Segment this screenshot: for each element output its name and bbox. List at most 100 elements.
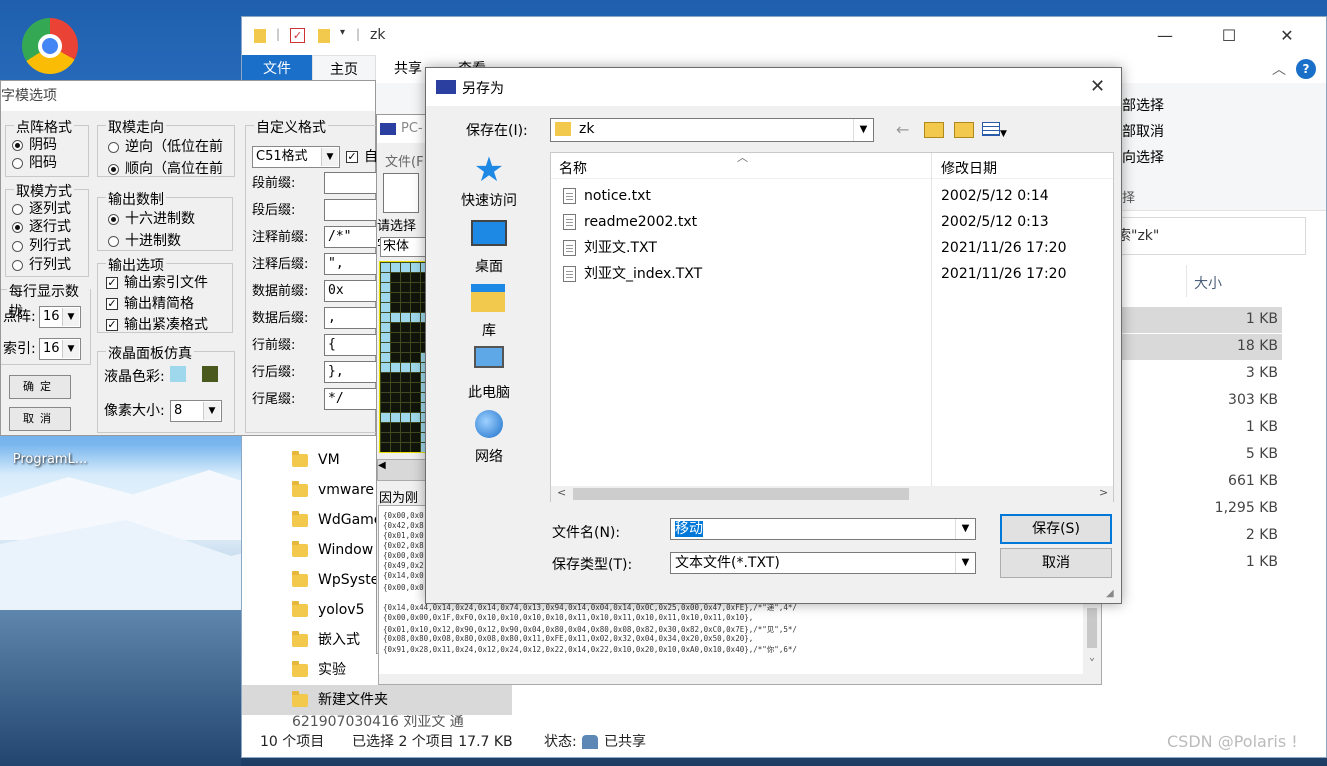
radio-yangma[interactable]: 阳码: [12, 152, 57, 172]
select-all-button[interactable]: 部选择: [1122, 95, 1164, 115]
folder-icon: [254, 29, 266, 43]
data-prefix-input[interactable]: 0x: [324, 280, 380, 302]
chevron-down-icon[interactable]: ▾: [340, 27, 345, 38]
line-suffix-input[interactable]: },: [324, 361, 380, 383]
font-select[interactable]: 宋体: [380, 237, 427, 257]
code-line: {0x14,0x0: [383, 571, 424, 580]
lcd-pixel: [411, 343, 420, 352]
file-size: 18 KB: [1236, 338, 1278, 354]
tab-file[interactable]: 文件: [242, 55, 312, 83]
format-select[interactable]: C51格式 ▼: [252, 146, 340, 168]
search-input[interactable]: 索"zk": [1102, 217, 1306, 255]
index-per-line-select[interactable]: 16 ▼: [39, 338, 81, 360]
minimize-button[interactable]: —: [1142, 17, 1188, 55]
radio-mode-1[interactable]: 逐行式: [12, 216, 71, 236]
comment-prefix-input[interactable]: /*": [324, 226, 380, 248]
lcd-pixel: [381, 383, 390, 392]
segment-prefix-input[interactable]: [324, 172, 380, 194]
checkbox-custom[interactable]: ✓ 自: [346, 146, 378, 166]
line-end-input[interactable]: */: [324, 388, 380, 410]
pixel-size-select[interactable]: 8 ▼: [170, 400, 222, 422]
cancel-button[interactable]: 取消: [1000, 548, 1112, 578]
file-row[interactable]: 刘亚文.TXT 2021/11/26 17:20: [551, 235, 1113, 261]
lcd-pixel: [411, 363, 420, 372]
dot-per-line-select[interactable]: 16 ▼: [39, 306, 81, 328]
view-menu-icon[interactable]: ▼: [982, 122, 1012, 139]
save-in-select[interactable]: zk ▼: [550, 118, 874, 142]
lcd-color-swatch-dark[interactable]: [202, 366, 218, 382]
lcd-pixel: [401, 403, 410, 412]
filename-input[interactable]: 移动 ▼: [670, 518, 976, 540]
lcd-pixel: [391, 383, 400, 392]
lcd-pixel: [381, 303, 390, 312]
properties-icon[interactable]: ✓: [290, 28, 305, 43]
place-this-pc[interactable]: 此电脑: [444, 346, 534, 402]
tab-home[interactable]: 主页: [312, 55, 376, 83]
desktop-icon-program[interactable]: ProgramL...: [0, 452, 100, 467]
desktop-icon-label: ProgramL...: [12, 452, 88, 467]
nav-item-folder-selected[interactable]: 新建文件夹: [242, 685, 512, 715]
column-header-date[interactable]: 修改日期: [941, 158, 997, 178]
ok-button[interactable]: 确定: [9, 375, 71, 399]
lcd-pixel: [391, 353, 400, 362]
cancel-button[interactable]: 取消: [9, 407, 71, 431]
lcd-pixel: [411, 273, 420, 282]
file-row[interactable]: 刘亚文_index.TXT 2021/11/26 17:20: [551, 261, 1113, 287]
invert-selection-button[interactable]: 向选择: [1122, 147, 1164, 167]
lcd-pixel: [381, 353, 390, 362]
file-row[interactable]: readme2002.txt 2002/5/12 0:13: [551, 209, 1113, 235]
radio-mode-0[interactable]: 逐列式: [12, 198, 71, 218]
line-prefix-input[interactable]: {: [324, 334, 380, 356]
maximize-button[interactable]: ☐: [1206, 17, 1252, 55]
code-line: {0x02,0x8: [383, 541, 424, 550]
horizontal-scrollbar[interactable]: [379, 674, 1083, 684]
place-desktop[interactable]: 桌面: [444, 220, 534, 276]
save-button[interactable]: 保存(S): [1000, 514, 1112, 544]
radio-dec[interactable]: 十进制数: [108, 230, 181, 250]
lcd-pixel: [401, 283, 410, 292]
menu-file[interactable]: 文件(F: [385, 151, 424, 170]
lcd-pixel: [411, 333, 420, 342]
segment-suffix-input[interactable]: [324, 199, 380, 221]
select-none-button[interactable]: 部取消: [1122, 121, 1164, 141]
dialog-titlebar: 另存为 ✕: [426, 68, 1121, 106]
checkbox-compact-format[interactable]: ✓ 输出紧凑格式: [106, 314, 230, 334]
data-suffix-input[interactable]: ,: [324, 307, 380, 329]
comment-suffix-input[interactable]: ",: [324, 253, 380, 275]
new-folder-icon[interactable]: [318, 29, 330, 43]
watermark: CSDN @Polaris !: [1167, 732, 1298, 751]
radio-yinma[interactable]: 阴码: [12, 134, 57, 154]
back-icon[interactable]: ←: [896, 120, 909, 139]
radio-mode-2[interactable]: 列行式: [12, 235, 71, 255]
place-library[interactable]: 库: [444, 284, 534, 340]
close-icon[interactable]: ✕: [1090, 76, 1105, 97]
radio-reverse[interactable]: 逆向（低位在前: [108, 136, 223, 156]
place-quick-access[interactable]: ★ 快速访问: [444, 153, 534, 210]
column-header-size[interactable]: 大小: [1194, 273, 1222, 293]
file-size: 303 KB: [1228, 392, 1278, 408]
checkbox-simple-format[interactable]: ✓ 输出精简格: [106, 293, 194, 313]
place-network[interactable]: 网络: [444, 410, 534, 466]
desktop-icon-chrome[interactable]: [10, 18, 90, 74]
checkbox-index-file[interactable]: ✓ 输出索引文件: [106, 272, 208, 292]
radio-mode-3[interactable]: 行列式: [12, 254, 71, 274]
resize-grip-icon[interactable]: ◢: [1106, 588, 1114, 599]
lcd-pixel: [391, 373, 400, 382]
file-row[interactable]: notice.txt 2002/5/12 0:14: [551, 183, 1113, 209]
filetype-select[interactable]: 文本文件(*.TXT) ▼: [670, 552, 976, 574]
scroll-left-icon[interactable]: ◀: [377, 459, 427, 481]
code-line: {0x00,0x00,0x1F,0xF0,0x10,0x10,0x10,0x10…: [383, 613, 754, 622]
new-folder-icon[interactable]: [954, 122, 974, 138]
column-header-name[interactable]: 名称: [559, 158, 587, 178]
radio-forward[interactable]: 顺向（高位在前: [108, 158, 223, 178]
lcd-pixel: [401, 343, 410, 352]
close-button[interactable]: ✕: [1264, 17, 1310, 55]
vertical-scrollbar[interactable]: ⌄: [1083, 604, 1101, 684]
new-icon[interactable]: [383, 173, 419, 213]
radio-hex[interactable]: 十六进制数: [108, 208, 195, 228]
up-folder-icon[interactable]: [924, 122, 944, 138]
horizontal-scrollbar[interactable]: < >: [551, 486, 1113, 502]
lcd-color-swatch-light[interactable]: [170, 366, 186, 382]
help-icon[interactable]: ?: [1296, 59, 1316, 79]
collapse-ribbon-icon[interactable]: ︿: [1272, 59, 1286, 79]
